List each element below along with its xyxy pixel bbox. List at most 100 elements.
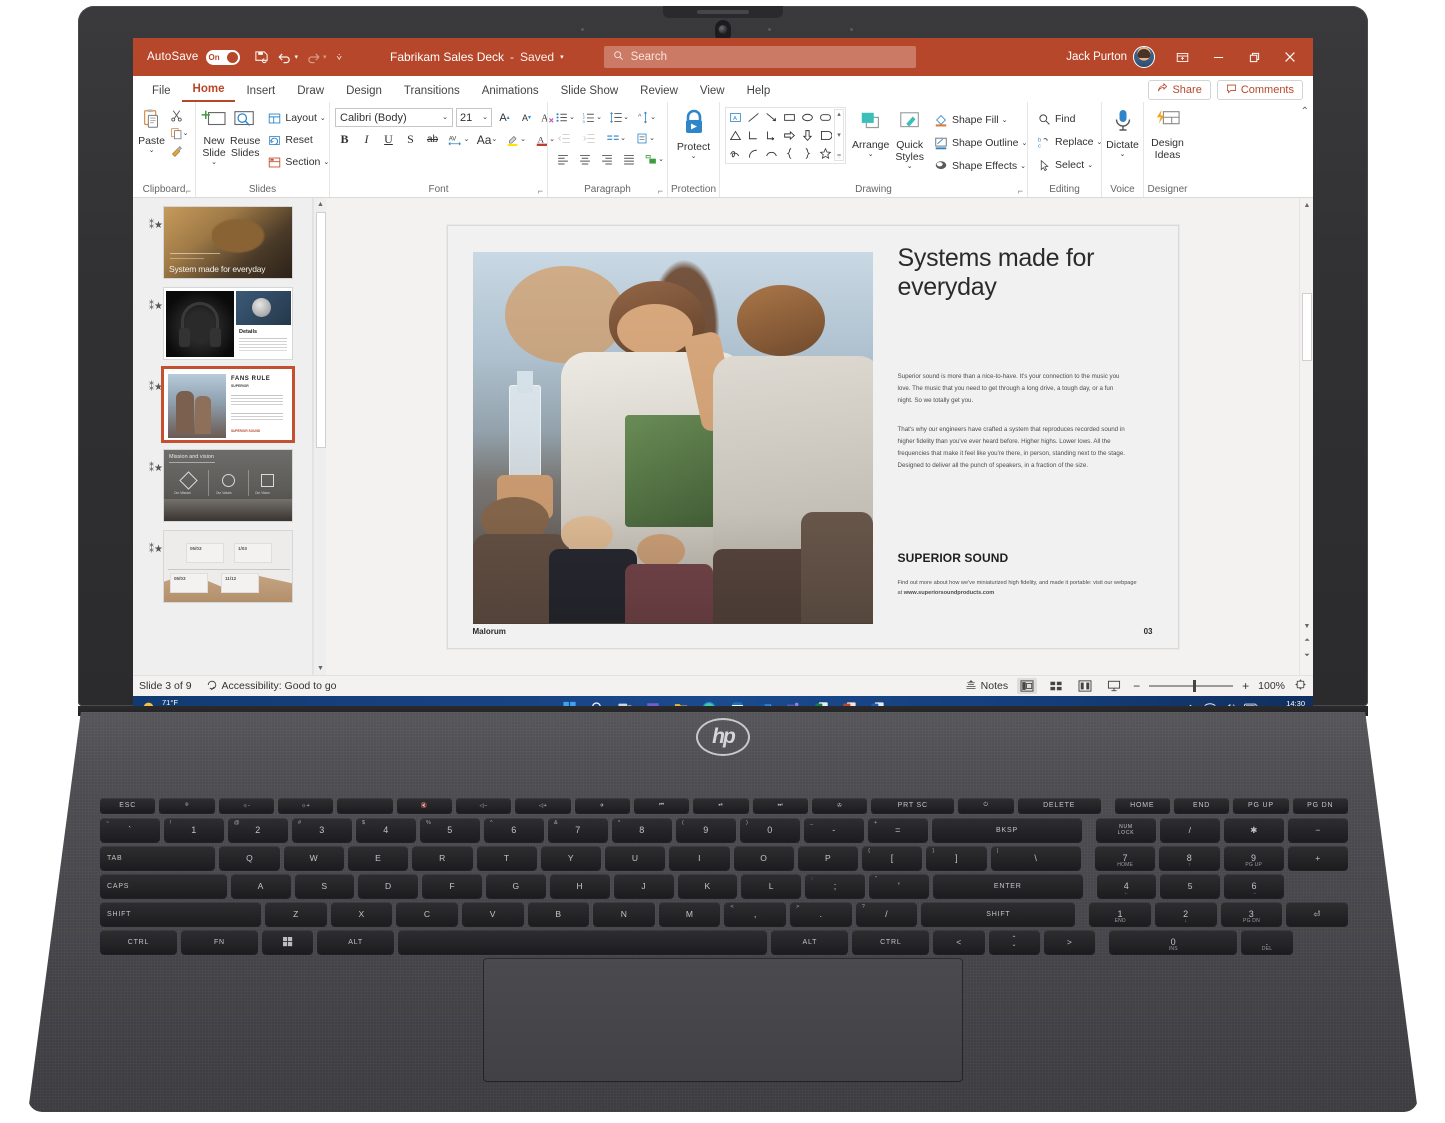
reuse-slides-button[interactable]: Reuse Slides — [230, 105, 260, 159]
key-f6[interactable]: ◁− — [455, 798, 512, 813]
slide-thumbnails-pane[interactable]: ⁑★ System made for everyday ⁑★ Details ⁑… — [133, 198, 313, 675]
key-quote[interactable]: " ' — [869, 874, 929, 898]
key-l[interactable]: L — [741, 874, 802, 898]
zoom-level[interactable]: 100% — [1258, 680, 1285, 692]
zoom-in-button[interactable]: + — [1242, 679, 1249, 693]
key-tab[interactable]: TAB — [100, 846, 216, 870]
key-0[interactable]: ) 0 — [740, 818, 800, 842]
previous-slide-icon[interactable]: ⏶ — [1300, 634, 1313, 648]
justify-icon[interactable] — [619, 150, 638, 169]
shapes-gallery-scroll[interactable]: ▴ ▾ ⩦ — [834, 109, 844, 161]
list-item[interactable]: ⁑★ System made for everyday — [149, 206, 302, 279]
italic-icon[interactable]: I — [357, 130, 376, 149]
arc-shape[interactable] — [763, 145, 780, 162]
key-numpad-0[interactable]: 0 INS — [1109, 930, 1238, 954]
key-c[interactable]: C — [396, 902, 458, 926]
reading-view-icon[interactable] — [1075, 678, 1095, 694]
underline-icon[interactable]: U — [379, 130, 398, 149]
key-numpad-1[interactable]: 1 END — [1089, 902, 1152, 926]
key-ctrl-left[interactable]: CTRL — [100, 930, 177, 954]
align-center-icon[interactable] — [575, 150, 594, 169]
key-n[interactable]: N — [593, 902, 655, 926]
key-f5[interactable]: 🔇 — [396, 798, 452, 813]
key-5[interactable]: % 5 — [420, 818, 480, 842]
autosave-toggle[interactable]: On — [206, 49, 241, 65]
elbow-arrow-shape[interactable] — [763, 127, 780, 144]
thumbnail-slide-5[interactable]: 05/03 1/03 05/03 11/12 — [163, 530, 293, 603]
arrow-line-shape[interactable] — [763, 109, 780, 126]
chevron-down-icon[interactable]: ⌄ — [691, 153, 697, 160]
cut-scissors-icon[interactable] — [168, 107, 184, 123]
clipboard-dialog-launcher-icon[interactable]: ⌐ — [186, 186, 191, 196]
tab-transitions[interactable]: Transitions — [393, 82, 471, 102]
redo-dropdown-icon[interactable]: ▾ — [323, 54, 327, 61]
decrease-font-size-icon[interactable]: A ▾ — [517, 108, 536, 127]
notes-button[interactable]: Notes — [965, 679, 1008, 694]
next-slide-icon[interactable]: ⏷ — [1300, 649, 1313, 663]
key-backspace[interactable]: BKSP — [932, 818, 1082, 842]
key-u[interactable]: U — [605, 846, 666, 870]
protect-button[interactable]: Protect ⌄ — [673, 105, 714, 160]
tab-review[interactable]: Review — [629, 82, 689, 102]
key-shift-left[interactable]: SHIFT — [100, 902, 262, 926]
key-num-lock[interactable]: NUM LOCK — [1096, 818, 1156, 842]
tab-animations[interactable]: Animations — [471, 82, 550, 102]
chevron-down-icon[interactable]: ▾ — [560, 54, 564, 61]
slide-editing-pane[interactable]: Systems made for everyday Superior sound… — [326, 198, 1299, 675]
key-v[interactable]: V — [461, 902, 524, 926]
key-arrow-up-down[interactable]: ⌃ ⌄ — [988, 930, 1040, 954]
key-numpad-multiply[interactable]: ✱ — [1224, 818, 1284, 842]
key-f1[interactable]: ⌾ — [159, 798, 215, 813]
key-numpad-add[interactable]: + — [1287, 846, 1349, 870]
scribble-shape[interactable] — [727, 145, 744, 162]
key-shift-right[interactable]: SHIFT — [921, 902, 1076, 926]
triangle-shape[interactable] — [727, 127, 744, 144]
zoom-out-button[interactable]: − — [1133, 679, 1140, 693]
scroll-down-icon[interactable]: ▼ — [1300, 619, 1313, 633]
key-2[interactable]: @2 — [228, 818, 288, 842]
key-numpad-divide[interactable]: / — [1160, 818, 1220, 842]
increase-font-size-icon[interactable]: A ▴ — [495, 108, 514, 127]
text-highlight-color-icon[interactable]: ⌄ — [503, 130, 529, 149]
key-numpad-3[interactable]: 3 PG DN — [1220, 902, 1283, 926]
list-item[interactable]: ⁑★ Mission and vision Our Mission Our Va… — [149, 449, 302, 522]
key-minus[interactable]: _ - — [804, 818, 864, 842]
section-button[interactable]: Section ⌄ — [263, 152, 332, 172]
select-button[interactable]: Select ⌄ — [1033, 155, 1096, 175]
right-brace-shape[interactable] — [799, 145, 816, 162]
chevron-down-icon[interactable]: ⌄ — [1120, 151, 1126, 158]
key-delete[interactable]: DELETE — [1017, 798, 1101, 813]
key-f2[interactable]: ☼- — [218, 798, 274, 813]
key-numpad-4[interactable]: 4 ← — [1096, 874, 1157, 898]
key-print-screen[interactable]: PRT SC — [871, 798, 955, 813]
key-7[interactable]: & 7 — [548, 818, 608, 842]
thumbnail-slide-1[interactable]: System made for everyday — [163, 206, 293, 279]
slide-paragraph-1[interactable]: Superior sound is more than a nice-to-ha… — [898, 371, 1126, 407]
key-page-up[interactable]: PG UP — [1233, 798, 1289, 813]
quick-styles-button[interactable]: Quick Styles ⌄ — [895, 107, 924, 170]
elbow-connector-shape[interactable] — [745, 127, 762, 144]
key-tilde[interactable]: ~ ` — [100, 818, 160, 842]
key-k[interactable]: K — [677, 874, 738, 898]
key-equals[interactable]: + = — [868, 818, 928, 842]
scroll-up-icon[interactable]: ▲ — [1300, 198, 1313, 212]
key-f7[interactable]: ◁+ — [515, 798, 571, 813]
slide-heading-2[interactable]: SUPERIOR SOUND — [898, 551, 1009, 565]
key-1[interactable]: ! 1 — [164, 818, 224, 842]
key-numpad-8[interactable]: 8 ↑ — [1159, 846, 1220, 870]
restore-icon[interactable] — [1237, 42, 1271, 72]
reset-button[interactable]: Reset — [263, 130, 332, 150]
key-backslash[interactable]: | \ — [990, 846, 1082, 870]
key-y[interactable]: Y — [540, 846, 602, 870]
key-3[interactable]: #3 — [292, 818, 352, 842]
scrollbar-thumb[interactable] — [1302, 293, 1312, 361]
tab-help[interactable]: Help — [736, 82, 782, 102]
replace-button[interactable]: bc Replace ⌄ — [1033, 132, 1105, 152]
curve-shape[interactable] — [745, 145, 762, 162]
text-direction-icon[interactable]: A ⌄ — [634, 108, 658, 127]
increase-indent-icon[interactable] — [578, 129, 600, 148]
tab-view[interactable]: View — [689, 82, 736, 102]
key-bracket-right[interactable]: }] — [926, 846, 987, 870]
paragraph-dialog-launcher-icon[interactable]: ⌐ — [658, 186, 663, 196]
key-alt-right[interactable]: ALT — [771, 930, 849, 954]
